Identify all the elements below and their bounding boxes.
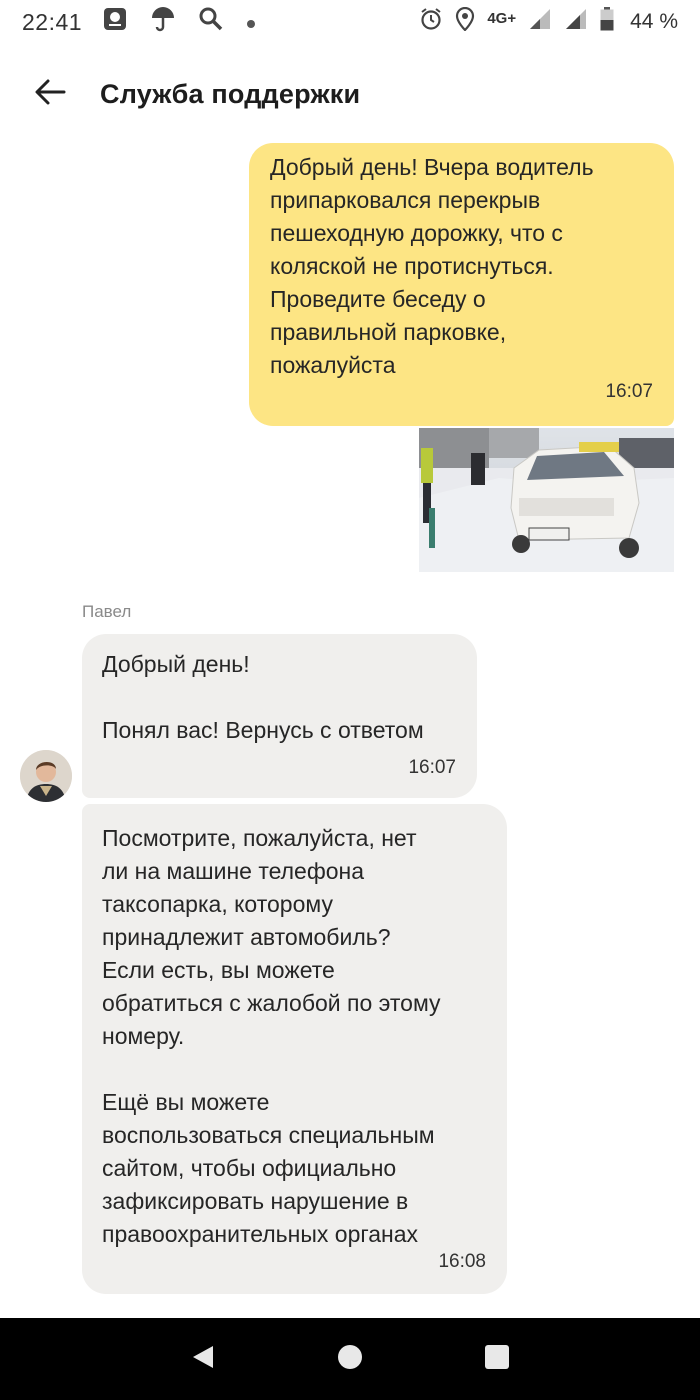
incoming-message-bubble[interactable]: Добрый день! Понял вас! Вернусь с ответо… — [82, 634, 477, 798]
sender-name: Павел — [82, 602, 132, 621]
search-icon — [198, 6, 224, 38]
attached-photo[interactable] — [419, 428, 674, 572]
message-text: Добрый день! Понял вас! Вернусь с ответо… — [102, 651, 424, 743]
status-right-icons: 4G+ 44 % — [419, 6, 678, 37]
avatar[interactable] — [20, 750, 72, 802]
network-type: 4G+ — [487, 9, 517, 27]
message-time: 16:07 — [605, 381, 653, 402]
nav-recents-button[interactable] — [467, 1329, 527, 1389]
signal-icon — [564, 8, 588, 36]
message-time: 16:07 — [408, 757, 456, 778]
battery-icon — [600, 7, 614, 37]
back-triangle-icon — [190, 1343, 216, 1376]
alarm-icon — [419, 7, 443, 37]
home-circle-icon — [336, 1343, 364, 1376]
system-nav-bar — [0, 1318, 700, 1400]
app-header: Служба поддержки — [0, 56, 700, 132]
arrow-left-icon — [34, 79, 66, 110]
message-time: 16:08 — [438, 1251, 486, 1272]
outgoing-message-bubble[interactable]: Добрый день! Вчера водитель припарковалс… — [249, 143, 674, 426]
signal-icon — [528, 8, 552, 36]
app-notification-icon — [102, 6, 128, 38]
incoming-message-bubble[interactable]: Посмотрите, пожалуйста, нет ли на машине… — [82, 804, 507, 1294]
recents-square-icon — [484, 1344, 510, 1375]
umbrella-icon — [150, 6, 176, 38]
back-button[interactable] — [0, 56, 100, 132]
dot-icon — [246, 9, 256, 35]
status-bar: 22:41 4G+ 44 % — [0, 0, 700, 44]
nav-back-button[interactable] — [173, 1329, 233, 1389]
message-text: Посмотрите, пожалуйста, нет ли на машине… — [102, 825, 441, 1247]
message-text: Добрый день! Вчера водитель припарковалс… — [270, 154, 594, 378]
battery-percent: 44 % — [630, 10, 678, 33]
location-icon — [455, 6, 475, 37]
page-title: Служба поддержки — [100, 78, 361, 109]
status-time: 22:41 — [22, 8, 83, 35]
status-left-icons — [102, 6, 256, 38]
nav-home-button[interactable] — [320, 1329, 380, 1389]
